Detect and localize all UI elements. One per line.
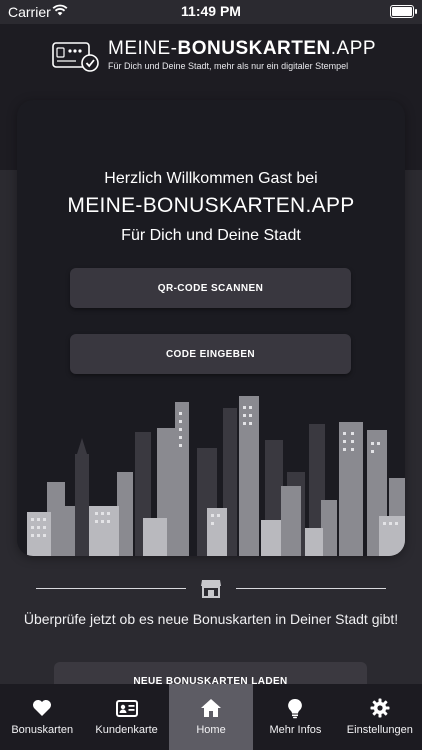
- tab-einstellungen[interactable]: Einstellungen: [338, 684, 422, 750]
- divider-right: [236, 588, 386, 589]
- tab-label: Bonuskarten: [11, 724, 74, 736]
- logo-tagline: Für Dich und Deine Stadt, mehr als nur e…: [108, 61, 349, 71]
- logo-card-icon: [52, 42, 99, 72]
- divider-left: [36, 588, 186, 589]
- status-time: 11:49 PM: [181, 3, 241, 19]
- status-bar: Carrier 11:49 PM: [0, 0, 422, 24]
- city-skyline-illustration: [27, 396, 405, 556]
- home-icon: [201, 699, 222, 717]
- welcome-card: Herzlich Willkommen Gast bei MEINE-BONUS…: [17, 100, 405, 556]
- tab-bonuskarten[interactable]: Bonuskarten: [0, 684, 84, 750]
- welcome-greeting: Herzlich Willkommen Gast bei: [104, 170, 318, 187]
- tab-bar: Bonuskarten Kundenkarte Home Mehr Infos …: [0, 684, 422, 750]
- app-logo: MEINE-BONUSKARTEN.APP Für Dich und Deine…: [52, 38, 376, 78]
- welcome-app-name: MEINE-BONUSKARTEN.APP: [67, 194, 355, 217]
- gear-icon: [370, 698, 390, 718]
- battery-icon: [390, 5, 417, 18]
- welcome-subtitle: Für Dich und Deine Stadt: [121, 227, 301, 244]
- logo-title: MEINE-BONUSKARTEN.APP: [108, 38, 377, 59]
- qr-code-scan-button[interactable]: QR-CODE SCANNEN: [70, 268, 351, 308]
- tab-mehr-infos[interactable]: Mehr Infos: [253, 684, 337, 750]
- tab-label: Home: [196, 724, 226, 736]
- enter-code-button[interactable]: CODE EINGEBEN: [70, 334, 351, 374]
- store-icon: [201, 580, 221, 598]
- tab-home[interactable]: Home: [168, 684, 254, 750]
- tab-kundenkarte[interactable]: Kundenkarte: [84, 684, 168, 750]
- tab-label: Mehr Infos: [269, 724, 322, 736]
- tab-label: Einstellungen: [346, 724, 413, 736]
- id-card-icon: [115, 699, 138, 717]
- tab-label: Kundenkarte: [95, 724, 158, 736]
- lightbulb-icon: [288, 698, 303, 718]
- check-new-cards-text: Überprüfe jetzt ob es neue Bonuskarten i…: [23, 611, 399, 627]
- heart-icon: [33, 700, 52, 716]
